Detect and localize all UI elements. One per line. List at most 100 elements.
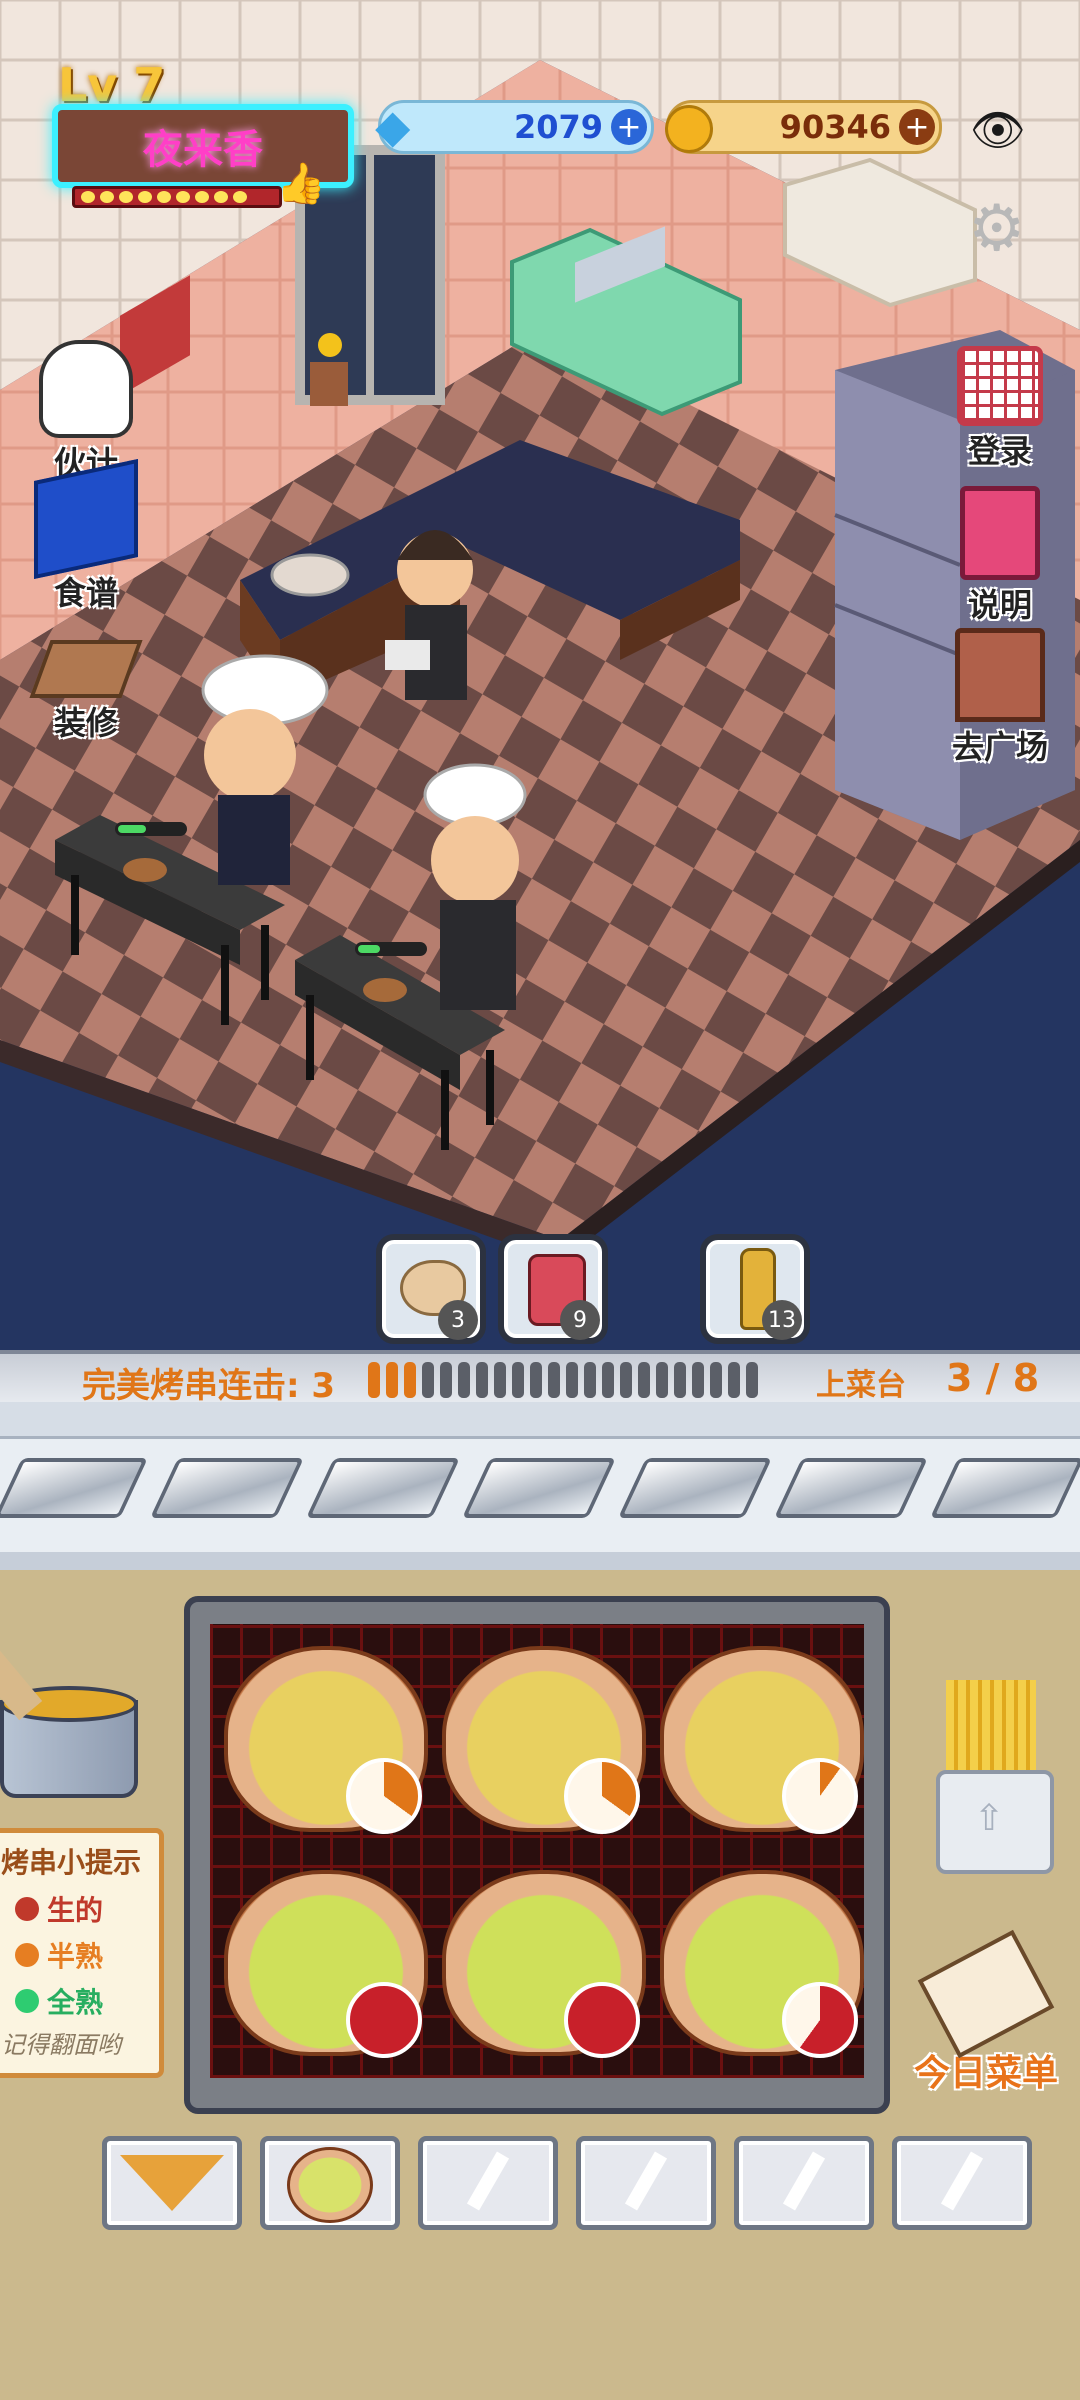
kitchen-scene: Lv 7 夜来香 👍 ◆ 2079 + 90346 + 👁 ⚙ 伙计 食谱 装修… — [0, 0, 1080, 1350]
shop-name: 夜来香 — [143, 127, 263, 173]
tips-note: 记得翻面哟 — [1, 2031, 121, 2059]
calendar-icon — [957, 346, 1043, 426]
serving-plate[interactable] — [306, 1458, 460, 1518]
ingredient-beer[interactable]: 13 — [700, 1234, 810, 1344]
instructions-button[interactable]: 说明 — [940, 486, 1060, 626]
combo-segment — [584, 1362, 596, 1398]
diamond-icon: ◆ — [375, 99, 411, 153]
combo-segment — [530, 1362, 542, 1398]
recipe-book-icon — [34, 458, 138, 580]
decorate-label: 装修 — [53, 704, 118, 742]
fries-cup[interactable]: ⇧ — [936, 1680, 1056, 1874]
raw-dot-icon — [15, 1897, 39, 1921]
progress-dot — [138, 191, 152, 203]
grill-area: 烤串小提示 生的 半熟 全熟 记得翻面哟 ⇧ 今日菜单 — [0, 1570, 1080, 2400]
coin-amount: 90346 — [779, 108, 891, 146]
progress-dot — [195, 191, 209, 203]
empty-slot-icon — [466, 2151, 510, 2211]
todays-menu-label: 今日菜单 — [913, 2053, 1058, 2094]
login-label: 登录 — [967, 432, 1032, 470]
ingredient-dough[interactable]: 3 — [376, 1234, 486, 1344]
gem-counter: ◆ 2079 + — [375, 99, 654, 154]
combo-segment — [404, 1362, 416, 1398]
pizza-slice-icon — [120, 2155, 224, 2211]
serving-plate[interactable] — [930, 1458, 1080, 1518]
grilling-tips-card: 烤串小提示 生的 半熟 全熟 记得翻面哟 — [0, 1828, 164, 2078]
chef-hat-icon — [39, 340, 133, 438]
empty-slot-icon — [940, 2151, 984, 2211]
serving-plate[interactable] — [774, 1458, 928, 1518]
tray-slot-pizza-slice[interactable] — [102, 2136, 242, 2230]
tray-slot-empty[interactable] — [734, 2136, 874, 2230]
serving-counter — [0, 1402, 1080, 1570]
gem-amount: 2079 — [513, 108, 603, 146]
menu-paper-icon — [917, 1929, 1055, 2059]
progress-dot — [233, 191, 247, 203]
tip-medium-label: 半熟 — [47, 1940, 104, 1973]
door-icon — [955, 628, 1045, 722]
tray-slot-scallop[interactable] — [260, 2136, 400, 2230]
todays-menu-button[interactable]: 今日菜单 — [896, 1929, 1076, 2096]
add-coins-button[interactable]: + — [899, 109, 935, 145]
tips-title: 烤串小提示 — [1, 1846, 142, 1879]
well-done-dot-icon — [15, 1989, 39, 2013]
combo-segment — [728, 1362, 740, 1398]
tip-medium: 半熟 — [0, 1933, 159, 1979]
recipe-button[interactable]: 食谱 — [26, 458, 146, 614]
ingredient-sauce[interactable]: 9 — [498, 1234, 608, 1344]
beer-count: 13 — [762, 1300, 802, 1340]
grill — [184, 1596, 890, 2114]
grill-slot-scallop[interactable] — [216, 1854, 428, 2064]
progress-dot — [214, 191, 228, 203]
grill-slot-scallop[interactable] — [434, 1854, 646, 2064]
combo-segment — [386, 1362, 398, 1398]
dough-count: 3 — [438, 1300, 478, 1340]
plaza-label: 去广场 — [951, 728, 1048, 766]
plaza-button[interactable]: 去广场 — [940, 628, 1060, 768]
combo-segment — [692, 1362, 704, 1398]
combo-segment — [476, 1362, 488, 1398]
tip-well-done-label: 全熟 — [47, 1986, 104, 2019]
combo-bar: 完美烤串连击: 3 上菜台 3 / 8 — [0, 1350, 1080, 1406]
settings-gear-icon[interactable]: ⚙ — [968, 192, 1025, 266]
progress-dot — [119, 191, 133, 203]
coin-icon — [665, 105, 713, 153]
progress-dot — [100, 191, 114, 203]
doneness-gauge — [564, 1758, 640, 1834]
progress-dot — [81, 191, 95, 203]
eye-icon[interactable]: 👁 — [970, 104, 1026, 156]
tip-well-done: 全熟 — [0, 1979, 159, 2025]
tray-slot-empty[interactable] — [892, 2136, 1032, 2230]
login-button[interactable]: 登录 — [940, 346, 1060, 472]
grill-slot-scallop[interactable] — [434, 1630, 646, 1840]
serving-plate[interactable] — [0, 1458, 148, 1518]
tray-slot-empty[interactable] — [418, 2136, 558, 2230]
grill-slot-scallop[interactable] — [652, 1630, 864, 1840]
grill-slot-scallop[interactable] — [216, 1630, 428, 1840]
medium-dot-icon — [15, 1943, 39, 1967]
grill-slot-scallop[interactable] — [652, 1854, 864, 2064]
combo-segment — [422, 1362, 434, 1398]
combo-segment — [638, 1362, 650, 1398]
sauce-count: 9 — [560, 1300, 600, 1340]
scallop-icon — [287, 2147, 373, 2223]
decorate-button[interactable]: 装修 — [26, 640, 146, 744]
oil-bucket-icon[interactable] — [0, 1639, 140, 1798]
serving-plate[interactable] — [618, 1458, 772, 1518]
add-gems-button[interactable]: + — [611, 109, 647, 145]
doneness-gauge — [782, 1758, 858, 1834]
ingredient-tray — [102, 2136, 1032, 2230]
level-progress-bar — [72, 186, 282, 208]
serving-plate[interactable] — [150, 1458, 304, 1518]
tray-slot-empty[interactable] — [576, 2136, 716, 2230]
combo-segment — [368, 1362, 380, 1398]
combo-segment — [620, 1362, 632, 1398]
doneness-gauge — [346, 1758, 422, 1834]
thumbs-up-icon: 👍 — [276, 161, 326, 207]
decorate-table-icon — [29, 640, 143, 698]
doneness-gauge — [564, 1982, 640, 2058]
serving-plate[interactable] — [462, 1458, 616, 1518]
combo-segment — [656, 1362, 668, 1398]
combo-segment — [548, 1362, 560, 1398]
serving-counter-value: 3 / 8 — [946, 1356, 1040, 1400]
